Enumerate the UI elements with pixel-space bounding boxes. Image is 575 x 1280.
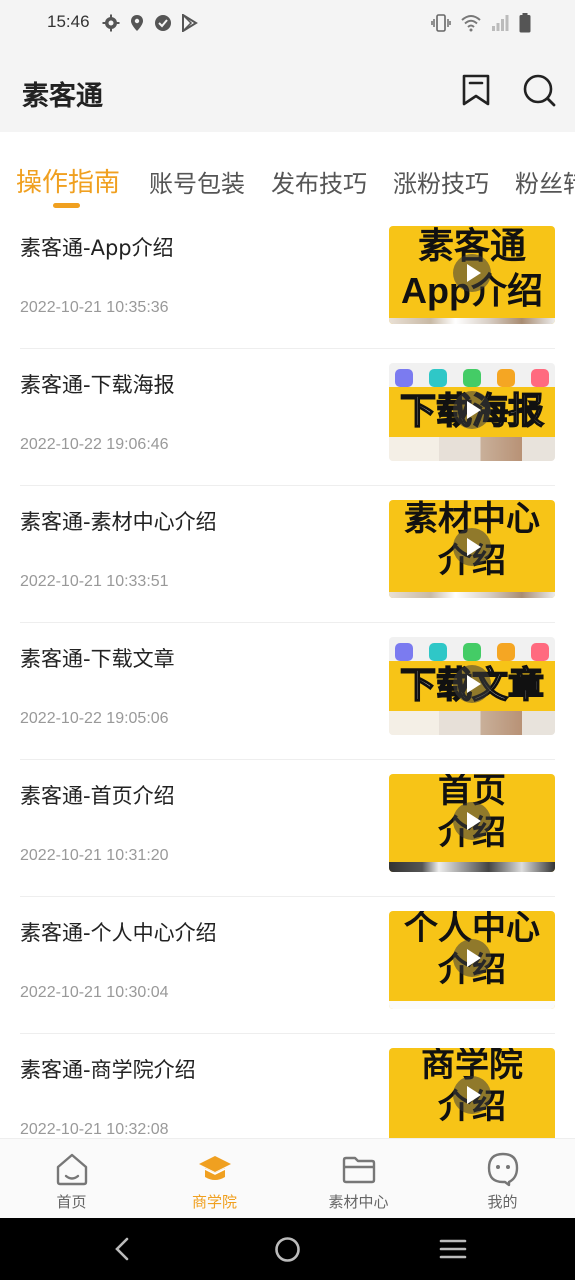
nav-label: 首页 xyxy=(56,1193,87,1211)
video-title: 素客通-首页介绍 xyxy=(20,784,175,808)
video-item[interactable]: 素客通-App介绍 2022-10-21 10:35:36 素客通 App介绍 xyxy=(0,212,575,349)
home-circle-icon[interactable] xyxy=(274,1236,301,1263)
battery-icon xyxy=(519,13,531,33)
tab-fan-conversion[interactable]: 粉丝转 xyxy=(515,164,575,199)
video-item[interactable]: 素客通-商学院介绍 2022-10-21 10:32:08 商学院 介绍 xyxy=(0,1034,575,1138)
play-icon xyxy=(453,1076,491,1114)
profile-icon xyxy=(487,1152,519,1187)
video-date: 2022-10-22 19:06:46 xyxy=(20,436,169,453)
tab-account-packaging[interactable]: 账号包装 xyxy=(149,164,245,199)
folder-icon xyxy=(342,1156,376,1184)
location-icon xyxy=(131,15,143,31)
search-icon[interactable] xyxy=(521,72,557,108)
graduation-cap-icon xyxy=(199,1156,231,1180)
nav-business-school[interactable]: 商学院 xyxy=(143,1139,286,1219)
video-item[interactable]: 素客通-下载海报 2022-10-22 19:06:46 下载海报 xyxy=(0,349,575,486)
wifi-icon xyxy=(461,15,481,32)
video-title: 素客通-下载文章 xyxy=(20,647,175,671)
active-tab-indicator xyxy=(53,203,80,208)
video-date: 2022-10-21 10:32:08 xyxy=(20,1121,169,1138)
video-title: 素客通-商学院介绍 xyxy=(20,1058,196,1082)
nav-label: 素材中心 xyxy=(328,1193,389,1211)
play-icon xyxy=(453,528,491,566)
bookmark-icon[interactable] xyxy=(458,72,494,108)
nav-label: 我的 xyxy=(487,1193,518,1211)
nav-home[interactable]: 首页 xyxy=(0,1139,143,1219)
video-date: 2022-10-22 19:05:06 xyxy=(20,710,169,727)
video-thumbnail[interactable]: 商学院 介绍 xyxy=(389,1048,555,1138)
status-time: 15:46 xyxy=(47,12,90,31)
category-tabs: 操作指南 账号包装 发布技巧 涨粉技巧 粉丝转 xyxy=(0,132,575,212)
play-icon xyxy=(453,802,491,840)
vibrate-icon xyxy=(431,14,451,32)
nav-label: 商学院 xyxy=(191,1193,237,1211)
video-thumbnail[interactable]: 个人中心 介绍 xyxy=(389,911,555,1009)
gear-icon xyxy=(102,14,120,32)
tab-follower-growth[interactable]: 涨粉技巧 xyxy=(393,164,489,199)
home-icon xyxy=(56,1153,88,1186)
video-title: 素客通-下载海报 xyxy=(20,373,175,397)
tab-publishing-tips[interactable]: 发布技巧 xyxy=(271,164,367,199)
nav-profile[interactable]: 我的 xyxy=(431,1139,574,1219)
video-item[interactable]: 素客通-素材中心介绍 2022-10-21 10:33:51 素材中心 介绍 xyxy=(0,486,575,623)
video-thumbnail[interactable]: 首页 介绍 xyxy=(389,774,555,872)
play-icon xyxy=(453,665,491,703)
menu-icon[interactable] xyxy=(439,1238,467,1260)
app-header: 素客通 xyxy=(0,48,575,132)
video-title: 素客通-个人中心介绍 xyxy=(20,921,217,945)
play-icon xyxy=(453,254,491,292)
video-item[interactable]: 素客通-个人中心介绍 2022-10-21 10:30:04 个人中心 介绍 xyxy=(0,897,575,1034)
status-bar: 15:46 xyxy=(0,0,575,48)
system-nav-bar xyxy=(0,1218,575,1280)
video-date: 2022-10-21 10:30:04 xyxy=(20,984,169,1001)
video-thumbnail[interactable]: 素客通 App介绍 xyxy=(389,226,555,324)
back-icon[interactable] xyxy=(111,1237,133,1261)
video-item[interactable]: 素客通-下载文章 2022-10-22 19:05:06 下载文章 xyxy=(0,623,575,760)
play-icon xyxy=(453,391,491,429)
video-date: 2022-10-21 10:31:20 xyxy=(20,847,169,864)
signal-icon xyxy=(492,15,509,31)
video-date: 2022-10-21 10:33:51 xyxy=(20,573,169,590)
play-icon xyxy=(453,939,491,977)
video-thumbnail[interactable]: 素材中心 介绍 xyxy=(389,500,555,598)
bottom-nav: 首页 商学院 素材中心 我的 xyxy=(0,1138,575,1218)
video-title: 素客通-素材中心介绍 xyxy=(20,510,217,534)
nav-material-center[interactable]: 素材中心 xyxy=(287,1139,430,1219)
play-store-icon xyxy=(182,14,198,32)
video-item[interactable]: 素客通-首页介绍 2022-10-21 10:31:20 首页 介绍 xyxy=(0,760,575,897)
video-list[interactable]: 素客通-App介绍 2022-10-21 10:35:36 素客通 App介绍 … xyxy=(0,212,575,1138)
video-thumbnail[interactable]: 下载海报 xyxy=(389,363,555,461)
page-title: 素客通 xyxy=(22,81,103,112)
check-circle-icon xyxy=(155,15,171,31)
video-date: 2022-10-21 10:35:36 xyxy=(20,299,169,316)
tab-operation-guide[interactable]: 操作指南 xyxy=(16,162,120,199)
video-title: 素客通-App介绍 xyxy=(20,236,174,260)
video-thumbnail[interactable]: 下载文章 xyxy=(389,637,555,735)
